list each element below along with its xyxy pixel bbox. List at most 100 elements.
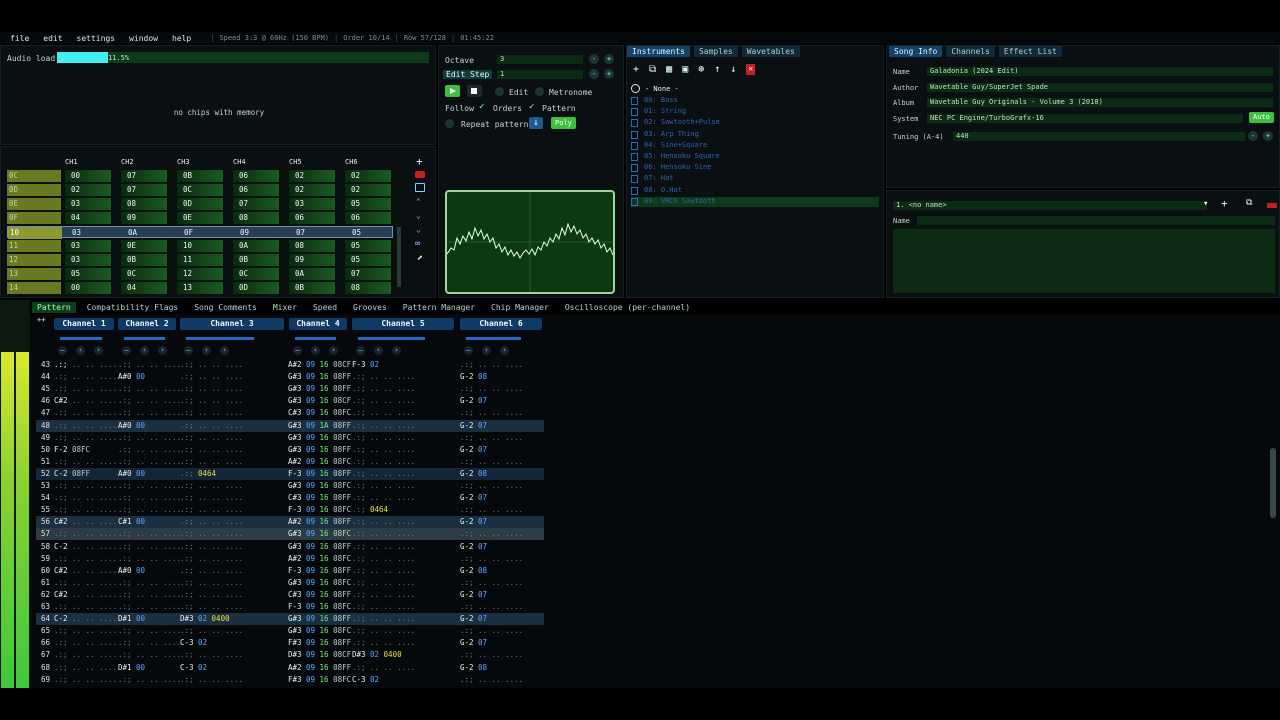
effect-cell[interactable]: 00 xyxy=(136,516,150,528)
pattern-row[interactable]: 67.:;.. .. .....:;.. .. .....:;.. .. ...… xyxy=(36,649,544,661)
effect-cell[interactable]: .. .. .... xyxy=(198,407,243,419)
note-cell[interactable]: .:; xyxy=(460,577,474,589)
note-cell[interactable]: .:; xyxy=(118,432,132,444)
effect-cell[interactable]: 00 xyxy=(136,420,150,432)
link-icon[interactable]: ∞ xyxy=(415,239,420,249)
note-cell[interactable]: G#3 xyxy=(288,613,302,625)
effect-cell[interactable]: .. .. .... xyxy=(478,383,523,395)
note-cell[interactable]: C#3 xyxy=(288,492,302,504)
note-cell[interactable]: C-3 xyxy=(180,637,194,649)
instrument-item[interactable]: 03: Arp Thing xyxy=(631,130,831,140)
effect-cell[interactable]: .. .. .... xyxy=(370,407,415,419)
order-cell[interactable]: 02 xyxy=(345,170,391,182)
note-cell[interactable]: .:; xyxy=(352,589,366,601)
note-cell[interactable]: F-3 xyxy=(288,565,302,577)
note-cell[interactable]: .:; xyxy=(118,637,132,649)
note-cell[interactable]: .:; xyxy=(352,468,366,480)
note-cell[interactable]: G#3 xyxy=(288,420,302,432)
order-cell[interactable]: 07 xyxy=(345,268,391,280)
note-cell[interactable]: G-2 xyxy=(460,662,474,674)
expand-icon[interactable]: ++ xyxy=(37,316,45,324)
effect-cell[interactable]: .. .. .... xyxy=(370,528,415,540)
order-cell[interactable]: 07 xyxy=(121,184,167,196)
note-cell[interactable]: .:; xyxy=(118,395,132,407)
effect-cell[interactable]: .. .. .... xyxy=(136,589,181,601)
effect-cell[interactable]: .. .. .... xyxy=(136,456,181,468)
note-cell[interactable]: .:; xyxy=(54,625,68,637)
effect-cell[interactable]: .. .. .... xyxy=(370,420,415,432)
order-cell[interactable]: 07 xyxy=(233,198,279,210)
effect-cell[interactable]: 07 xyxy=(478,613,492,625)
instrument-item[interactable]: 07: Hat xyxy=(631,174,831,184)
effect-cell[interactable]: .. .. .... xyxy=(370,637,415,649)
note-cell[interactable]: .:; xyxy=(180,480,194,492)
note-cell[interactable]: .:; xyxy=(180,601,194,613)
pattern-row[interactable]: 54.:;.. .. .....:;.. .. .....:;.. .. ...… xyxy=(36,492,544,504)
duplicate-icon[interactable]: ⧉ xyxy=(649,64,656,75)
order-cell[interactable]: 12 xyxy=(177,268,223,280)
effect-cell[interactable]: 07 xyxy=(478,589,492,601)
effect-cell[interactable]: .. .. .... xyxy=(370,625,415,637)
effect-cell[interactable]: .. .. .... xyxy=(370,444,415,456)
note-cell[interactable]: .:; xyxy=(180,395,194,407)
effect-cell[interactable]: 09 16 08FF xyxy=(306,516,356,528)
note-cell[interactable]: .:; xyxy=(460,625,474,637)
order-cell[interactable]: 02 xyxy=(345,184,391,196)
effect-cell[interactable]: 0464 xyxy=(370,504,393,516)
effect-cell[interactable]: 09 16 08FF xyxy=(306,589,356,601)
tab-song-info[interactable]: Song Info xyxy=(889,46,943,57)
remove-order-icon[interactable] xyxy=(415,171,425,178)
octave-decrease-button[interactable]: - xyxy=(589,54,599,64)
effect-cell[interactable]: 07 xyxy=(478,516,492,528)
effect-cell[interactable]: .. .. .... xyxy=(136,541,181,553)
order-cell[interactable]: 0B xyxy=(233,254,279,266)
order-cell[interactable]: 13 xyxy=(177,282,223,294)
note-cell[interactable]: .:; xyxy=(118,553,132,565)
save-icon[interactable]: ▣ xyxy=(682,64,688,75)
effect-cell[interactable]: .. .. .... xyxy=(198,649,243,661)
effect-cell[interactable]: .. .. .... xyxy=(370,577,415,589)
order-cell[interactable]: 03 xyxy=(65,254,111,266)
note-cell[interactable]: .:; xyxy=(352,528,366,540)
note-cell[interactable]: .:; xyxy=(118,577,132,589)
note-cell[interactable]: .:; xyxy=(118,674,132,686)
pattern-row[interactable]: 56 C#2.. .. .... C#1 00 .:;.. .. .... A#2 09 … xyxy=(36,516,544,529)
effect-cell[interactable]: .. .. .... xyxy=(198,383,243,395)
note-cell[interactable]: .:; xyxy=(118,541,132,553)
poly-button[interactable]: Poly xyxy=(551,117,576,129)
note-cell[interactable]: G-2 xyxy=(460,468,474,480)
note-cell[interactable]: C-2 xyxy=(54,468,68,480)
note-cell[interactable]: .:; xyxy=(352,395,366,407)
effect-cell[interactable]: 09 16 08FF xyxy=(306,637,356,649)
system-input[interactable]: NEC PC Engine/TurboGrafx-16 xyxy=(927,114,1243,123)
note-cell[interactable]: G-2 xyxy=(460,492,474,504)
note-cell[interactable]: .:; xyxy=(54,432,68,444)
note-cell[interactable]: A#0 xyxy=(118,468,132,480)
effect-cell[interactable]: .. .. .... xyxy=(370,468,415,480)
effect-cell[interactable]: .. .. .... xyxy=(136,504,181,516)
note-cell[interactable]: .:; xyxy=(118,649,132,661)
effect-cell[interactable]: .. .. .... xyxy=(370,589,415,601)
octave-input[interactable]: 3 xyxy=(497,55,583,64)
effect-cell[interactable]: 09 16 08CF xyxy=(306,395,356,407)
note-cell[interactable]: A#2 xyxy=(288,553,302,565)
note-cell[interactable]: C#2 xyxy=(54,395,68,407)
order-cell[interactable]: 04 xyxy=(65,212,111,224)
effect-cell[interactable]: .. .. .... xyxy=(136,444,181,456)
note-cell[interactable]: .:; xyxy=(180,407,194,419)
effect-cell[interactable]: 09 16 08FF xyxy=(306,444,356,456)
order-cell[interactable]: 02 xyxy=(289,170,335,182)
song-name-input[interactable]: Galadonia (2024 Edit) xyxy=(927,67,1273,76)
add-order-icon[interactable]: + xyxy=(416,156,423,167)
order-cell[interactable]: 00 xyxy=(65,170,111,182)
note-cell[interactable]: .:; xyxy=(118,456,132,468)
effect-cell[interactable]: .. .. .... xyxy=(478,577,523,589)
order-row[interactable]: 0C 00 07 0B 06 02 02 xyxy=(7,170,391,182)
effect-cell[interactable]: .. .. .... xyxy=(136,432,181,444)
order-cell[interactable]: 05 xyxy=(346,227,392,239)
note-cell[interactable]: F-3 xyxy=(288,601,302,613)
note-cell[interactable]: .:; xyxy=(118,528,132,540)
step-down-button[interactable]: ↓ xyxy=(529,117,543,129)
note-cell[interactable]: .:; xyxy=(352,662,366,674)
note-cell[interactable]: .:; xyxy=(352,432,366,444)
